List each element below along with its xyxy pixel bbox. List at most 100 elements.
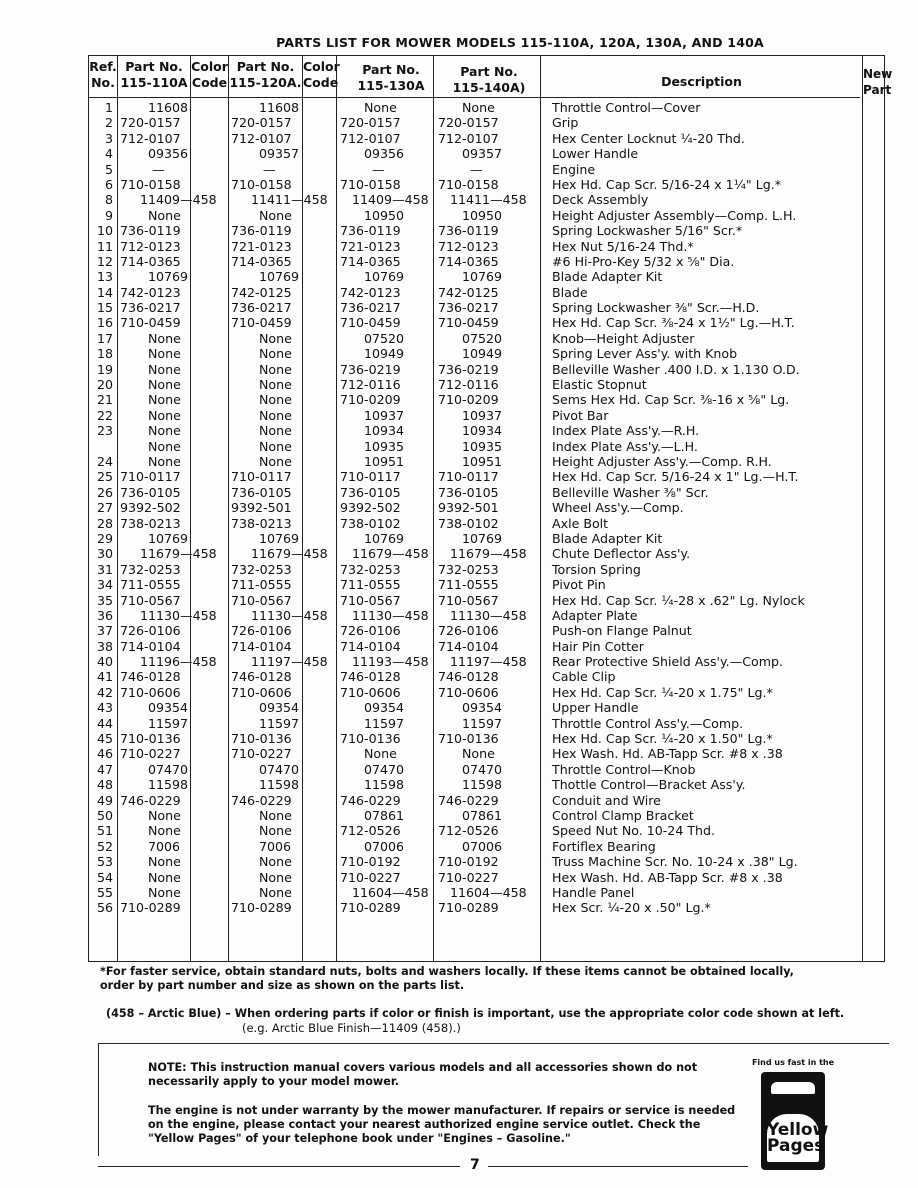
part-110a: 720-0157: [120, 115, 181, 131]
part-140a: 710-0158: [438, 176, 499, 192]
part-140a: 710-0606: [438, 684, 499, 700]
part-110a: 710-0117: [120, 469, 181, 485]
table-row: 26 736-0105 736-0105 736-0105 736-0105 Bellev…: [89, 485, 884, 500]
part-130a: 710-0192: [340, 854, 401, 870]
table-row: 44 11597 11597 11597 11597 Throttle Control A…: [89, 716, 884, 731]
part-110a: None: [148, 823, 181, 839]
ref-no: 8: [104, 192, 113, 208]
part-140a: 710-0192: [438, 854, 499, 870]
part-120a: None: [259, 869, 292, 885]
description: Engine: [552, 161, 596, 177]
part-140a: None: [462, 746, 495, 762]
ref-no: 41: [96, 669, 113, 685]
part-110a: None: [148, 869, 181, 885]
table-row: 53 None None 710-0192 710-0192 Truss Machine …: [89, 854, 884, 869]
table-row: 38 714-0104 714-0104 714-0104 714-0104 Hair P…: [89, 639, 884, 654]
part-130a: 710-0117: [340, 469, 401, 485]
ref-no: 47: [96, 761, 113, 777]
part-120a: 714-0365: [231, 253, 292, 269]
part-110a: 746-0229: [120, 792, 181, 808]
part-110a: 742-0123: [120, 284, 181, 300]
ref-no: 28: [96, 515, 113, 531]
part-120a: None: [259, 407, 292, 423]
description: Hex Hd. Cap Scr. ¼-28 x .62" Lg. Nylock: [552, 592, 805, 608]
part-140a: 712-0526: [438, 823, 499, 839]
part-120a: 9392-501: [231, 500, 292, 516]
part-140a: 11598: [462, 777, 503, 793]
part-140a: 07861: [462, 807, 503, 823]
part-110a: 710-0227: [120, 746, 181, 762]
table-row: 4 09356 09357 09356 09357 Lower Handle: [89, 146, 884, 161]
description: Rear Protective Shield Ass'y.—Comp.: [552, 654, 783, 670]
ref-no: 11: [96, 238, 113, 254]
part-120a: None: [259, 377, 292, 393]
part-140a: 710-0227: [438, 869, 499, 885]
table-row: 47 07470 07470 07470 07470 Throttle Control—K…: [89, 762, 884, 777]
part-120a: 11597: [259, 715, 300, 731]
part-140a: 11597: [462, 715, 503, 731]
part-130a: 710-0158: [340, 176, 401, 192]
header-part-130a: Part No. 115-130A: [357, 62, 425, 93]
part-130a: None: [364, 746, 397, 762]
ref-no: 17: [96, 330, 113, 346]
description: Hex Wash. Hd. AB-Tapp Scr. #8 x .38: [552, 746, 783, 762]
part-110a: 11598: [148, 777, 189, 793]
table-row: 18 None None 10949 10949 Spring Lever Ass'y. …: [89, 346, 884, 361]
table-row: 16 710-0459 710-0459 710-0459 710-0459 Hex Hd…: [89, 315, 884, 330]
part-110a: 07470: [148, 761, 189, 777]
table-row: 35 710-0567 710-0567 710-0567 710-0567 Hex Hd…: [89, 593, 884, 608]
part-140a: 11197—458: [450, 654, 527, 670]
document-page: PARTS LIST FOR MOWER MODELS 115-110A, 12…: [0, 0, 918, 1188]
part-110a: 7006: [148, 838, 181, 854]
part-130a: 11679—458: [352, 546, 429, 562]
part-110a: 736-0217: [120, 300, 181, 316]
part-130a: 10950: [364, 207, 405, 223]
part-120a: 710-0227: [231, 746, 292, 762]
ref-no: 50: [96, 807, 113, 823]
part-130a: 710-0606: [340, 684, 401, 700]
part-110a: None: [148, 346, 181, 362]
part-130a: 721-0123: [340, 238, 401, 254]
part-130a: 711-0555: [340, 577, 401, 593]
part-140a: 736-0217: [438, 300, 499, 316]
description: Hex Hd. Cap Scr. ¼-20 x 1.75" Lg.*: [552, 684, 773, 700]
part-110a: None: [148, 407, 181, 423]
ref-no: 49: [96, 792, 113, 808]
part-140a: 10769: [462, 530, 503, 546]
part-140a: 714-0104: [438, 638, 499, 654]
ref-no: 31: [96, 561, 113, 577]
description: Throttle Control Ass'y.—Comp.: [552, 715, 744, 731]
part-140a: 710-0289: [438, 900, 499, 916]
table-row: 31 732-0253 732-0253 732-0253 732-0253 Torsio…: [89, 562, 884, 577]
part-120a: 714-0104: [231, 638, 292, 654]
part-140a: 712-0123: [438, 238, 499, 254]
part-140a: 736-0105: [438, 484, 499, 500]
ref-no: 27: [96, 500, 113, 516]
description: Thottle Control—Bracket Ass'y.: [552, 777, 746, 793]
part-130a: 710-0136: [340, 731, 401, 747]
description: Height Adjuster Ass'y.—Comp. R.H.: [552, 453, 772, 469]
ref-no: 3: [104, 130, 113, 146]
part-130a: 746-0229: [340, 792, 401, 808]
part-110a: 736-0105: [120, 484, 181, 500]
description: Cable Clip: [552, 669, 616, 685]
ref-no: 40: [96, 654, 113, 670]
part-120a: None: [259, 423, 292, 439]
description: Truss Machine Scr. No. 10-24 x .38" Lg.: [552, 854, 798, 870]
part-120a: 721-0123: [231, 238, 292, 254]
description: Speed Nut No. 10-24 Thd.: [552, 823, 716, 839]
description: Conduit and Wire: [552, 792, 661, 808]
part-140a: 732-0253: [438, 561, 499, 577]
color-code-note: (458 – Arctic Blue) – When ordering part…: [106, 1007, 845, 1020]
part-130a: 11193—458: [352, 654, 429, 670]
part-130a: 746-0128: [340, 669, 401, 685]
part-110a: None: [148, 361, 181, 377]
part-130a: 710-0209: [340, 392, 401, 408]
part-140a: 711-0555: [438, 577, 499, 593]
part-130a: 712-0526: [340, 823, 401, 839]
part-110a: 10769: [148, 530, 189, 546]
ref-no: 2: [104, 115, 113, 131]
description: Handle Panel: [552, 884, 635, 900]
header-part-110a: Part No. 115-110A: [120, 59, 188, 90]
part-130a: 710-0567: [340, 592, 401, 608]
